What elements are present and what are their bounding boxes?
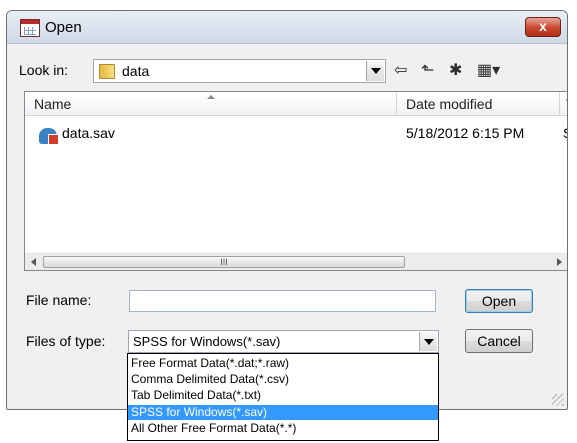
type-option-sav[interactable]: SPSS for Windows(*.sav) (128, 405, 438, 420)
open-dialog: Open x Look in: data ⇦ ⬑ ✱ ▦▾ Name Date … (6, 10, 568, 410)
resize-grip[interactable] (552, 394, 564, 406)
files-of-type-value: SPSS for Windows(*.sav) (133, 334, 281, 349)
scroll-thumb[interactable]: III (43, 256, 405, 268)
type-option-all-other[interactable]: All Other Free Format Data(*.*) (128, 421, 438, 436)
files-of-type-label: Files of type: (26, 333, 106, 349)
horizontal-scrollbar[interactable]: III (25, 253, 567, 270)
file-name-cell: data.sav (62, 125, 115, 141)
views-menu-icon[interactable]: ▦▾ (477, 63, 500, 79)
chevron-down-icon[interactable] (419, 332, 437, 351)
file-list[interactable]: Name Date modified Ty data.sav 5/18/2012… (24, 91, 567, 271)
close-button[interactable]: x (525, 17, 561, 37)
look-in-value: data (122, 63, 150, 79)
dialog-title: Open (45, 19, 82, 36)
file-name-label: File name: (26, 292, 92, 308)
type-option-txt[interactable]: Tab Delimited Data(*.txt) (128, 388, 438, 403)
file-date-cell: 5/18/2012 6:15 PM (406, 125, 525, 141)
back-arrow-icon[interactable]: ⇦ (394, 63, 407, 79)
spss-app-icon (20, 19, 40, 37)
look-in-label: Look in: (19, 62, 69, 78)
scroll-right-icon[interactable] (557, 258, 562, 266)
up-folder-icon[interactable]: ⬑ (421, 63, 434, 79)
files-of-type-select[interactable]: SPSS for Windows(*.sav) (128, 330, 439, 353)
file-name-input[interactable] (129, 290, 436, 312)
chevron-down-icon[interactable] (366, 61, 384, 81)
scroll-left-icon[interactable] (31, 258, 36, 266)
file-type-cell: SF (563, 125, 567, 141)
sort-ascending-icon (207, 95, 215, 99)
type-option-free-format[interactable]: Free Format Data(*.dat;*.raw) (128, 356, 438, 371)
new-folder-icon[interactable]: ✱ (449, 63, 462, 79)
type-option-csv[interactable]: Comma Delimited Data(*.csv) (128, 372, 438, 387)
files-of-type-dropdown: Free Format Data(*.dat;*.raw) Comma Deli… (127, 353, 439, 441)
column-type-label: Ty (566, 96, 567, 112)
title-bar[interactable]: Open x (7, 11, 567, 44)
sav-file-icon (39, 128, 59, 145)
column-header-name[interactable]: Name (25, 92, 397, 116)
folder-icon (99, 64, 115, 79)
column-header-type[interactable]: Ty (560, 92, 567, 116)
column-date-label: Date modified (406, 96, 493, 112)
cancel-button[interactable]: Cancel (465, 329, 533, 353)
column-name-label: Name (34, 96, 72, 112)
look-in-select[interactable]: data (93, 59, 386, 83)
column-header-date[interactable]: Date modified (397, 92, 560, 116)
open-button[interactable]: Open (465, 289, 533, 313)
